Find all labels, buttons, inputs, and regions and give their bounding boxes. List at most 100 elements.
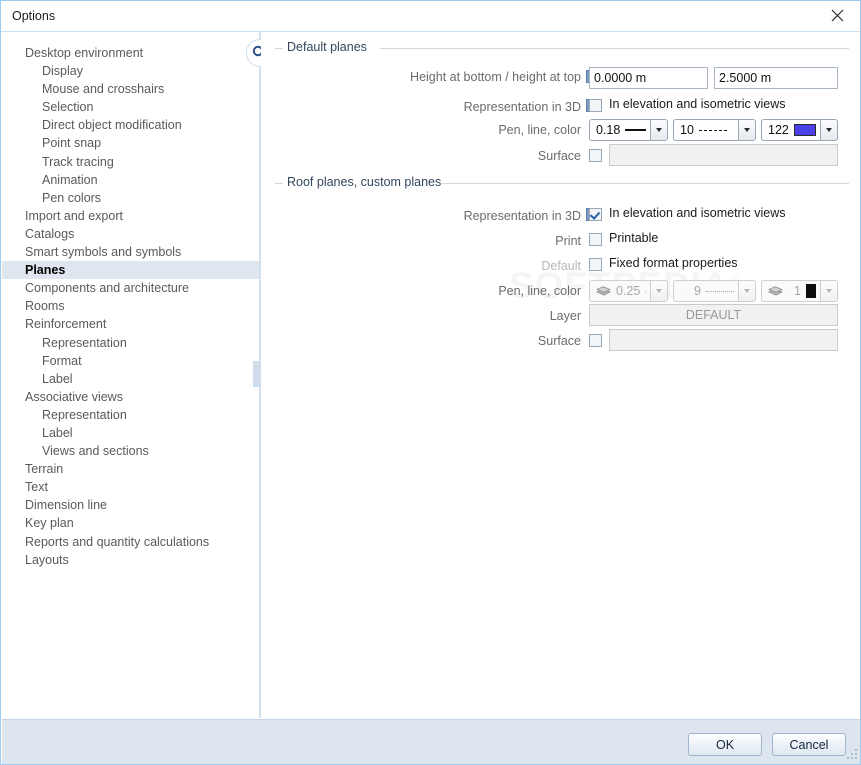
sidebar-item-key-plan[interactable]: Key plan bbox=[2, 514, 259, 532]
options-dialog: Options Desktop environment Display Mouse … bbox=[0, 0, 861, 765]
sidebar-item-text[interactable]: Text bbox=[2, 478, 259, 496]
group-line bbox=[442, 183, 849, 184]
chevron-down-icon bbox=[744, 289, 750, 293]
checkbox-surface-default[interactable] bbox=[589, 149, 602, 162]
sidebar-item-layouts[interactable]: Layouts bbox=[2, 551, 259, 569]
line-type-value: 10 bbox=[680, 123, 694, 137]
window-title: Options bbox=[12, 9, 56, 23]
checkbox-representation-3d-roof[interactable] bbox=[589, 208, 602, 221]
sidebar-item-reports-and-quantity-calculations[interactable]: Reports and quantity calculations bbox=[2, 533, 259, 551]
layer-input[interactable] bbox=[589, 304, 838, 326]
pen-width-value: 0.25 bbox=[616, 284, 641, 298]
sidebar-item-terrain[interactable]: Terrain bbox=[2, 460, 259, 478]
checkbox-printable[interactable] bbox=[589, 233, 602, 246]
checkbox-label-representation-3d-default: In elevation and isometric views bbox=[609, 97, 786, 111]
sidebar-item-representation[interactable]: Representation bbox=[2, 334, 259, 352]
close-button[interactable] bbox=[815, 1, 860, 30]
sidebar-item-direct-object-modification[interactable]: Direct object modification bbox=[2, 116, 259, 134]
sidebar-item-label[interactable]: Label bbox=[2, 370, 259, 388]
sidebar-item-selection[interactable]: Selection bbox=[2, 98, 259, 116]
pen-width-field[interactable]: 0.25 bbox=[589, 280, 650, 302]
label-surface-default: Surface bbox=[537, 149, 581, 163]
label-representation-3d-roof: Representation in 3D bbox=[463, 209, 581, 223]
pen-width-dropdown-arrow[interactable] bbox=[650, 280, 668, 302]
grip-dot bbox=[847, 757, 849, 759]
checkbox-label-fixed-format-properties: Fixed format properties bbox=[609, 256, 738, 270]
layers-icon bbox=[596, 285, 611, 295]
sidebar-item-representation[interactable]: Representation bbox=[2, 406, 259, 424]
label-height-range: Height at bottom / height at top bbox=[410, 70, 581, 84]
sidebar-item-smart-symbols-and-symbols[interactable]: Smart symbols and symbols bbox=[2, 243, 259, 261]
color-field[interactable]: 122 bbox=[761, 119, 820, 141]
surface-input-default[interactable] bbox=[609, 144, 838, 166]
group-title-roof-planes: Roof planes, custom planes bbox=[283, 175, 446, 189]
pen-width-dropdown-arrow[interactable] bbox=[650, 119, 668, 141]
label-layer: Layer bbox=[549, 309, 581, 323]
sidebar-item-pen-colors[interactable]: Pen colors bbox=[2, 189, 259, 207]
chevron-down-icon bbox=[744, 128, 750, 132]
resize-grip[interactable] bbox=[845, 749, 858, 762]
sidebar-item-animation[interactable]: Animation bbox=[2, 171, 259, 189]
color-swatch bbox=[793, 124, 816, 136]
sidebar-item-rooms[interactable]: Rooms bbox=[2, 297, 259, 315]
cancel-button[interactable]: Cancel bbox=[772, 733, 846, 756]
height-bottom-input[interactable] bbox=[589, 67, 708, 89]
settings-tree-list: Desktop environment Display Mouse and cros… bbox=[2, 32, 259, 569]
line-type-field[interactable]: 9 bbox=[673, 280, 738, 302]
color-combo-roof[interactable]: 1 bbox=[761, 280, 838, 302]
pen-width-combo-roof[interactable]: 0.25 bbox=[589, 280, 668, 302]
color-dropdown-arrow[interactable] bbox=[820, 280, 838, 302]
sidebar-item-format[interactable]: Format bbox=[2, 352, 259, 370]
group-line bbox=[275, 48, 283, 49]
line-type-dropdown-arrow[interactable] bbox=[738, 119, 756, 141]
surface-input-roof[interactable] bbox=[609, 329, 838, 351]
chevron-down-icon bbox=[826, 128, 832, 132]
sidebar-item-components-and-architecture[interactable]: Components and architecture bbox=[2, 279, 259, 297]
line-type-combo-roof[interactable]: 9 bbox=[673, 280, 756, 302]
sidebar-item-track-tracing[interactable]: Track tracing bbox=[2, 153, 259, 171]
sidebar-item-label[interactable]: Label bbox=[2, 424, 259, 442]
grip-dot bbox=[855, 757, 857, 759]
sidebar-item-catalogs[interactable]: Catalogs bbox=[2, 225, 259, 243]
title-bar: Options bbox=[1, 1, 860, 32]
sidebar-item-associative-views[interactable]: Associative views bbox=[2, 388, 259, 406]
grip-dot bbox=[855, 749, 857, 751]
dotted-line-icon bbox=[706, 290, 734, 292]
color-combo-default[interactable]: 122 bbox=[761, 119, 838, 141]
height-top-input[interactable] bbox=[714, 67, 838, 89]
checkbox-representation-3d-default[interactable] bbox=[589, 99, 602, 112]
checkbox-surface-roof[interactable] bbox=[589, 334, 602, 347]
color-field[interactable]: 1 bbox=[761, 280, 820, 302]
sidebar-item-desktop-environment[interactable]: Desktop environment bbox=[2, 44, 259, 62]
close-icon bbox=[831, 9, 844, 22]
pen-width-combo-default[interactable]: 0.18 bbox=[589, 119, 668, 141]
sidebar-item-reinforcement[interactable]: Reinforcement bbox=[2, 315, 259, 333]
line-type-combo-default[interactable]: 10 bbox=[673, 119, 756, 141]
checkbox-label-representation-3d-roof: In elevation and isometric views bbox=[609, 206, 786, 220]
sidebar-item-point-snap[interactable]: Point snap bbox=[2, 134, 259, 152]
group-line bbox=[380, 48, 849, 49]
sidebar-item-import-and-export[interactable]: Import and export bbox=[2, 207, 259, 225]
pen-width-field[interactable]: 0.18 bbox=[589, 119, 650, 141]
chevron-down-icon bbox=[656, 289, 662, 293]
label-default: Default bbox=[541, 259, 581, 273]
sidebar-item-views-and-sections[interactable]: Views and sections bbox=[2, 442, 259, 460]
grip-dot bbox=[855, 753, 857, 755]
layers-icon bbox=[768, 285, 783, 295]
checkbox-fixed-format-properties[interactable] bbox=[589, 258, 602, 271]
sidebar-item-planes[interactable]: Planes bbox=[2, 261, 259, 280]
group-title-default-planes: Default planes bbox=[283, 40, 371, 54]
ok-button[interactable]: OK bbox=[688, 733, 762, 756]
sidebar-item-dimension-line[interactable]: Dimension line bbox=[2, 496, 259, 514]
sidebar-item-display[interactable]: Display bbox=[2, 62, 259, 80]
line-type-field[interactable]: 10 bbox=[673, 119, 738, 141]
chevron-down-icon bbox=[826, 289, 832, 293]
label-representation-3d-default: Representation in 3D bbox=[463, 100, 581, 114]
sidebar-item-mouse-and-crosshairs[interactable]: Mouse and crosshairs bbox=[2, 80, 259, 98]
line-type-dropdown-arrow[interactable] bbox=[738, 280, 756, 302]
color-dropdown-arrow[interactable] bbox=[820, 119, 838, 141]
solid-line-icon bbox=[645, 290, 646, 292]
group-line bbox=[275, 183, 283, 184]
label-pen-line-color-default: Pen, line, color bbox=[498, 123, 581, 137]
settings-tree[interactable]: Desktop environment Display Mouse and cros… bbox=[2, 32, 259, 718]
